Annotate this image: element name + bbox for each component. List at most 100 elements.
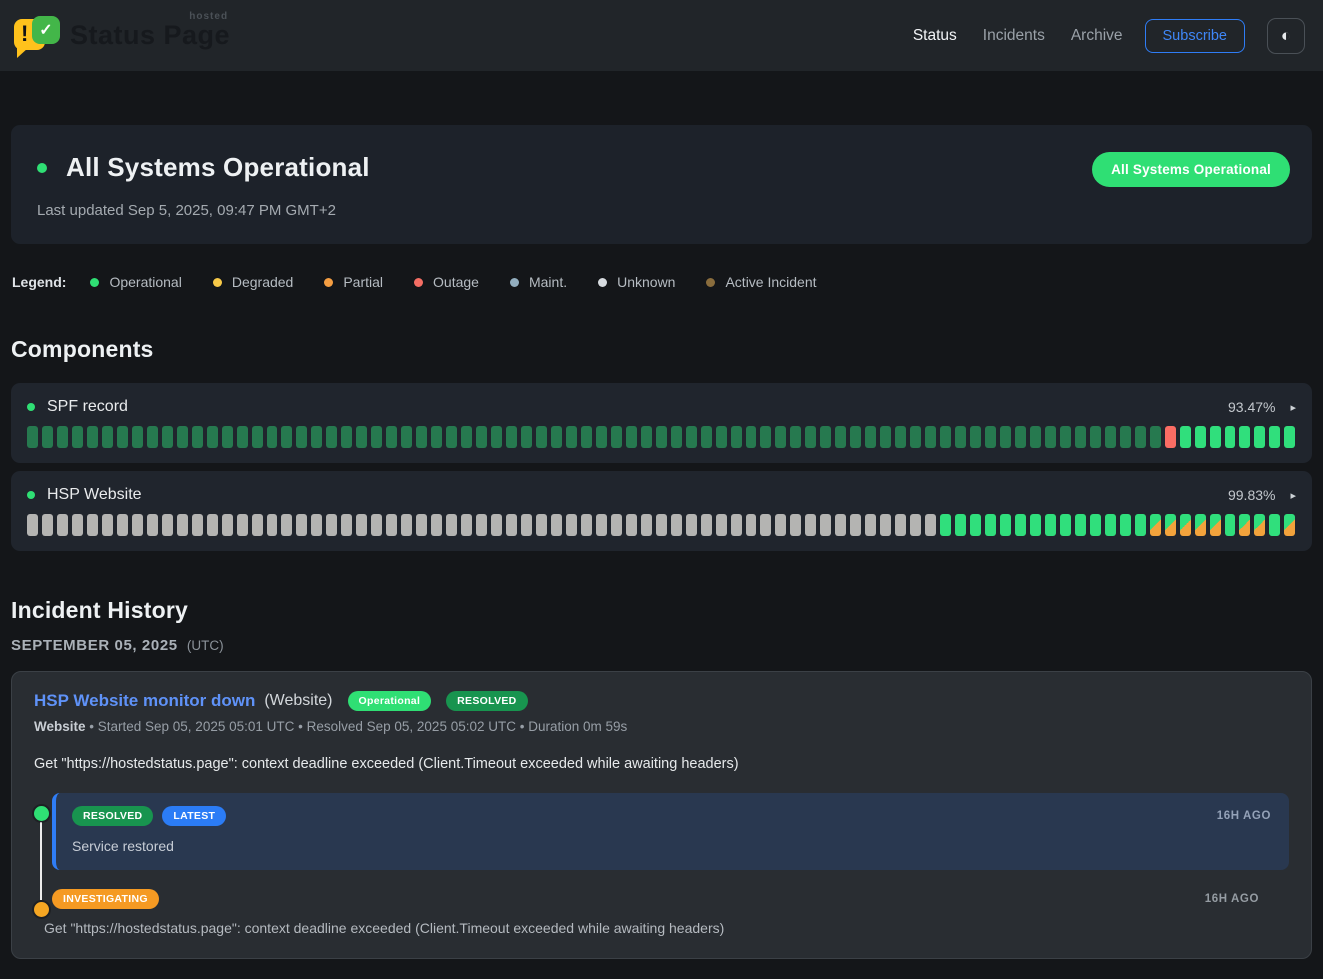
uptime-bar-operational-recent[interactable]: [1225, 426, 1236, 448]
expand-arrow-icon[interactable]: ▸: [1290, 489, 1296, 502]
uptime-bar-operational-old[interactable]: [940, 426, 951, 448]
uptime-bar-operational-old[interactable]: [910, 426, 921, 448]
uptime-bar-nodata[interactable]: [177, 514, 188, 536]
uptime-bar-operational-old[interactable]: [1075, 426, 1086, 448]
uptime-bar-operational-old[interactable]: [57, 426, 68, 448]
uptime-bar-operational-recent[interactable]: [970, 514, 981, 536]
theme-toggle-button[interactable]: ◐: [1267, 18, 1305, 54]
uptime-bar-nodata[interactable]: [686, 514, 697, 536]
uptime-bar-operational-recent[interactable]: [1284, 426, 1295, 448]
uptime-bar-operational-old[interactable]: [1150, 426, 1161, 448]
uptime-bar-nodata[interactable]: [626, 514, 637, 536]
uptime-bar-operational-old[interactable]: [132, 426, 143, 448]
subscribe-button[interactable]: Subscribe: [1145, 19, 1245, 53]
uptime-bar-operational-old[interactable]: [386, 426, 397, 448]
uptime-bar-nodata[interactable]: [386, 514, 397, 536]
uptime-bar-operational-old[interactable]: [820, 426, 831, 448]
uptime-bar-nodata[interactable]: [87, 514, 98, 536]
uptime-bar-nodata[interactable]: [192, 514, 203, 536]
uptime-bar-operational-old[interactable]: [1015, 426, 1026, 448]
uptime-bar-operational-old[interactable]: [27, 426, 38, 448]
uptime-bar-nodata[interactable]: [267, 514, 278, 536]
uptime-bar-operational-old[interactable]: [566, 426, 577, 448]
uptime-bar-operational-old[interactable]: [311, 426, 322, 448]
uptime-bar-operational-old[interactable]: [356, 426, 367, 448]
uptime-bar-degraded-mix[interactable]: [1180, 514, 1191, 536]
uptime-bar-operational-old[interactable]: [461, 426, 472, 448]
uptime-bar-operational-old[interactable]: [1090, 426, 1101, 448]
uptime-bar-nodata[interactable]: [102, 514, 113, 536]
uptime-bar-operational-old[interactable]: [626, 426, 637, 448]
uptime-bar-nodata[interactable]: [207, 514, 218, 536]
uptime-bar-nodata[interactable]: [237, 514, 248, 536]
uptime-bar-operational-old[interactable]: [925, 426, 936, 448]
uptime-bar-operational-old[interactable]: [1030, 426, 1041, 448]
uptime-bar-operational-old[interactable]: [701, 426, 712, 448]
uptime-bar-nodata[interactable]: [461, 514, 472, 536]
uptime-bar-nodata[interactable]: [431, 514, 442, 536]
uptime-bar-operational-old[interactable]: [686, 426, 697, 448]
uptime-bar-nodata[interactable]: [476, 514, 487, 536]
uptime-bar-operational-recent[interactable]: [1269, 514, 1280, 536]
uptime-bar-operational-recent[interactable]: [1000, 514, 1011, 536]
uptime-bar-operational-old[interactable]: [970, 426, 981, 448]
uptime-bar-nodata[interactable]: [775, 514, 786, 536]
uptime-bar-operational-old[interactable]: [1135, 426, 1146, 448]
uptime-bar-operational-old[interactable]: [731, 426, 742, 448]
uptime-bar-operational-old[interactable]: [222, 426, 233, 448]
uptime-bar-operational-old[interactable]: [87, 426, 98, 448]
uptime-bar-nodata[interactable]: [506, 514, 517, 536]
uptime-bar-operational-old[interactable]: [371, 426, 382, 448]
nav-incidents[interactable]: Incidents: [983, 27, 1045, 45]
uptime-bar-nodata[interactable]: [581, 514, 592, 536]
uptime-bar-operational-old[interactable]: [177, 426, 188, 448]
uptime-bar-operational-recent[interactable]: [1030, 514, 1041, 536]
uptime-bar-operational-old[interactable]: [895, 426, 906, 448]
uptime-bar-operational-old[interactable]: [162, 426, 173, 448]
uptime-bar-nodata[interactable]: [281, 514, 292, 536]
uptime-bar-nodata[interactable]: [746, 514, 757, 536]
uptime-bar-nodata[interactable]: [596, 514, 607, 536]
uptime-bar-operational-recent[interactable]: [1239, 426, 1250, 448]
uptime-bar-operational-old[interactable]: [805, 426, 816, 448]
uptime-bar-nodata[interactable]: [910, 514, 921, 536]
uptime-bar-nodata[interactable]: [132, 514, 143, 536]
uptime-bar-operational-old[interactable]: [446, 426, 457, 448]
uptime-bar-operational-old[interactable]: [551, 426, 562, 448]
uptime-bar-operational-old[interactable]: [1000, 426, 1011, 448]
uptime-bar-operational-old[interactable]: [1120, 426, 1131, 448]
uptime-bar-nodata[interactable]: [865, 514, 876, 536]
uptime-bar-operational-recent[interactable]: [1269, 426, 1280, 448]
uptime-bar-operational-recent[interactable]: [1210, 426, 1221, 448]
uptime-bar-nodata[interactable]: [311, 514, 322, 536]
uptime-bar-nodata[interactable]: [760, 514, 771, 536]
uptime-bar-operational-recent[interactable]: [1015, 514, 1026, 536]
uptime-bar-nodata[interactable]: [671, 514, 682, 536]
uptime-bar-nodata[interactable]: [491, 514, 502, 536]
uptime-bar-degraded-mix[interactable]: [1210, 514, 1221, 536]
uptime-bar-nodata[interactable]: [731, 514, 742, 536]
uptime-bar-operational-old[interactable]: [596, 426, 607, 448]
uptime-bar-operational-old[interactable]: [850, 426, 861, 448]
uptime-bar-operational-old[interactable]: [267, 426, 278, 448]
uptime-bar-operational-recent[interactable]: [1045, 514, 1056, 536]
uptime-bar-operational-old[interactable]: [790, 426, 801, 448]
uptime-bar-operational-old[interactable]: [341, 426, 352, 448]
uptime-bar-operational-recent[interactable]: [1135, 514, 1146, 536]
uptime-bar-nodata[interactable]: [790, 514, 801, 536]
uptime-bar-nodata[interactable]: [701, 514, 712, 536]
uptime-bar-operational-old[interactable]: [641, 426, 652, 448]
uptime-bar-degraded-mix[interactable]: [1150, 514, 1161, 536]
brand[interactable]: ! ✓ Status Page hosted: [14, 16, 230, 56]
uptime-bar-operational-old[interactable]: [506, 426, 517, 448]
uptime-bar-operational-recent[interactable]: [1060, 514, 1071, 536]
uptime-bar-operational-old[interactable]: [1060, 426, 1071, 448]
uptime-bar-operational-old[interactable]: [296, 426, 307, 448]
uptime-bar-operational-old[interactable]: [281, 426, 292, 448]
uptime-bar-operational-recent[interactable]: [1075, 514, 1086, 536]
uptime-bar-nodata[interactable]: [716, 514, 727, 536]
uptime-bar-operational-old[interactable]: [401, 426, 412, 448]
component-header[interactable]: HSP Website99.83%▸: [27, 486, 1296, 504]
uptime-bar-nodata[interactable]: [326, 514, 337, 536]
uptime-bar-nodata[interactable]: [805, 514, 816, 536]
